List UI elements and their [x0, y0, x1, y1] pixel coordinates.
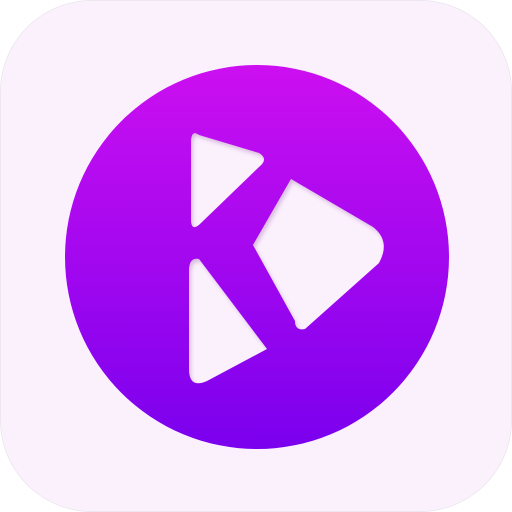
app-icon-tile[interactable] [0, 0, 512, 512]
app-icon-graphic [1, 1, 511, 511]
screen [0, 0, 512, 512]
logo-circle [65, 65, 449, 449]
